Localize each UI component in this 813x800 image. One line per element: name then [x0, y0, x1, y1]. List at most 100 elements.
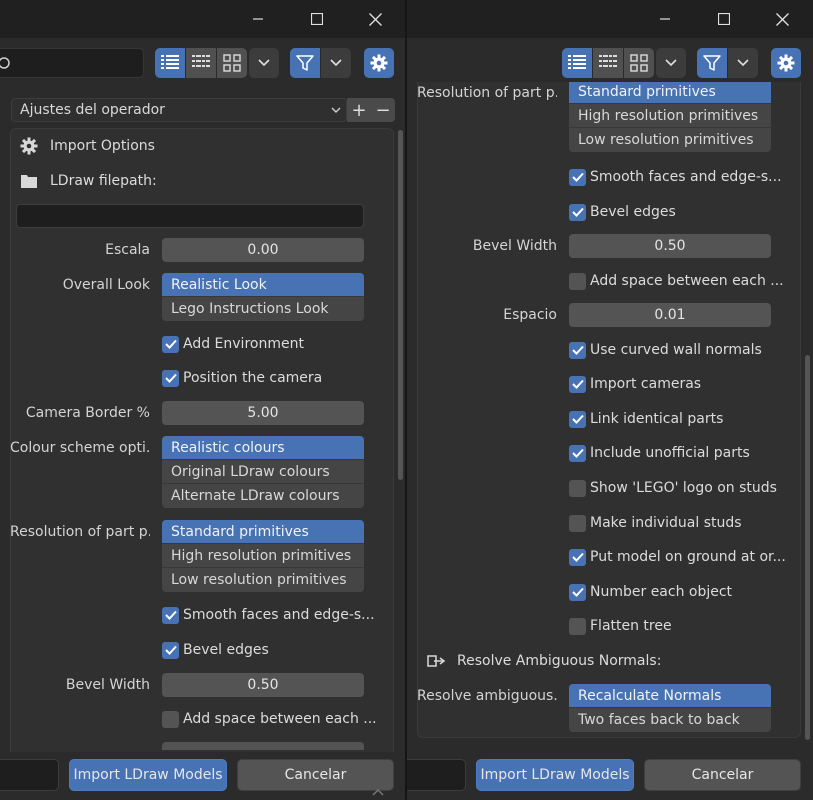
checkbox-icon: [569, 410, 586, 428]
cancel-button-label: Cancelar: [691, 767, 754, 783]
maximize-button[interactable]: [702, 2, 746, 36]
minus-icon: −: [375, 99, 391, 121]
make-individual-studs-checkbox[interactable]: Make individual studs: [569, 511, 742, 535]
minimize-button[interactable]: [236, 2, 280, 36]
import-cameras-checkbox[interactable]: Import cameras: [569, 372, 701, 396]
bevel-width-field[interactable]: 0.50: [569, 234, 771, 258]
overall-look-option-realistic[interactable]: Realistic Look: [162, 273, 364, 297]
maximize-icon: [718, 13, 730, 25]
display-settings-dropdown[interactable]: [249, 48, 279, 78]
colour-option-realistic[interactable]: Realistic colours: [162, 436, 364, 460]
resolve-normals-header: Resolve Ambiguous Normals:: [425, 649, 661, 673]
number-each-object-checkbox[interactable]: Number each object: [569, 580, 732, 604]
file-browser-window-right: Resolution of part p... Standard primiti…: [407, 0, 813, 800]
checkbox-icon: [569, 272, 586, 290]
position-camera-label: Position the camera: [183, 370, 323, 386]
checkbox-icon: [569, 583, 586, 601]
settings-toggle-button[interactable]: [771, 48, 801, 78]
resolution-option-high[interactable]: High resolution primitives: [162, 544, 364, 568]
resolve-normals-selector: Recalculate Normals Two faces back to ba…: [569, 684, 771, 732]
horizontal-list-view-button[interactable]: [593, 48, 623, 78]
put-on-ground-checkbox[interactable]: Put model on ground at or...: [569, 545, 786, 569]
resolution-option-standard[interactable]: Standard primitives: [569, 82, 771, 104]
resolution-option-low[interactable]: Low resolution primitives: [569, 128, 771, 152]
resolve-option-recalculate[interactable]: Recalculate Normals: [569, 684, 771, 708]
colour-option-original[interactable]: Original LDraw colours: [162, 460, 364, 484]
smooth-faces-checkbox[interactable]: Smooth faces and edge-s...: [162, 603, 375, 627]
show-lego-logo-checkbox[interactable]: Show 'LEGO' logo on studs: [569, 476, 777, 500]
filename-input[interactable]: [407, 759, 466, 791]
ldraw-filepath-header: LDraw filepath:: [18, 169, 157, 193]
checkbox-icon: [569, 168, 586, 186]
import-ldraw-models-button[interactable]: Import LDraw Models: [69, 759, 227, 791]
scrollbar[interactable]: [805, 355, 810, 740]
chevron-down-icon: [258, 59, 270, 67]
scrollbar[interactable]: [398, 130, 403, 480]
filter-settings-dropdown[interactable]: [321, 48, 351, 78]
grid-icon: [223, 54, 241, 72]
settings-toggle-button[interactable]: [364, 48, 394, 78]
grid-icon: [630, 54, 648, 72]
use-curved-normals-checkbox[interactable]: Use curved wall normals: [569, 338, 762, 362]
resolution-option-standard[interactable]: Standard primitives: [162, 520, 364, 544]
filter-toggle-button[interactable]: [697, 48, 727, 78]
resolution-option-low[interactable]: Low resolution primitives: [162, 568, 364, 592]
checkbox-icon: [162, 606, 179, 624]
add-environment-checkbox[interactable]: Add Environment: [162, 332, 304, 356]
make-individual-studs-label: Make individual studs: [590, 515, 742, 531]
chevron-down-icon: [665, 59, 677, 67]
minimize-icon: [660, 18, 670, 20]
list-view-icon: [568, 55, 586, 69]
resolve-ambiguous-label: Resolve ambiguous...: [417, 688, 557, 704]
espacio-field[interactable]: 0.01: [569, 303, 771, 327]
vertical-list-view-button[interactable]: [562, 48, 592, 78]
import-button-label: Import LDraw Models: [480, 767, 630, 783]
remove-preset-button[interactable]: −: [371, 98, 395, 122]
filename-input[interactable]: [0, 759, 59, 791]
search-input[interactable]: [0, 48, 144, 78]
vertical-list-view-button[interactable]: [155, 48, 185, 78]
maximize-button[interactable]: [295, 2, 339, 36]
filter-settings-dropdown[interactable]: [728, 48, 758, 78]
checkbox-icon: [569, 375, 586, 393]
add-space-checkbox[interactable]: Add space between each ...: [569, 269, 784, 293]
dialog-footer: Import LDraw Models Cancelar: [0, 752, 405, 800]
flatten-tree-checkbox[interactable]: Flatten tree: [569, 614, 672, 638]
operator-presets-dropdown[interactable]: Ajustes del operador: [11, 98, 347, 122]
horizontal-list-view-button[interactable]: [186, 48, 216, 78]
bevel-width-field[interactable]: 0.50: [162, 673, 364, 697]
colour-option-alternate[interactable]: Alternate LDraw colours: [162, 484, 364, 508]
camera-border-field[interactable]: 5.00: [162, 401, 364, 425]
include-unofficial-parts-label: Include unofficial parts: [590, 445, 750, 461]
smooth-faces-checkbox[interactable]: Smooth faces and edge-s...: [569, 165, 782, 189]
bevel-edges-checkbox[interactable]: Bevel edges: [569, 200, 676, 224]
bevel-edges-checkbox[interactable]: Bevel edges: [162, 638, 269, 662]
ldraw-filepath-input[interactable]: [16, 204, 364, 228]
filter-toggle-button[interactable]: [290, 48, 320, 78]
checkbox-icon: [162, 369, 179, 387]
title-bar: [0, 0, 405, 38]
close-button[interactable]: [353, 2, 397, 36]
position-camera-checkbox[interactable]: Position the camera: [162, 366, 322, 390]
minimize-button[interactable]: [643, 2, 687, 36]
link-identical-parts-checkbox[interactable]: Link identical parts: [569, 407, 723, 431]
horizontal-list-icon: [192, 55, 210, 67]
import-ldraw-models-button[interactable]: Import LDraw Models: [476, 759, 634, 791]
close-icon: [775, 12, 789, 26]
overall-look-option-instructions[interactable]: Lego Instructions Look: [162, 297, 364, 321]
cancel-button[interactable]: Cancelar: [644, 759, 801, 791]
escala-field[interactable]: 0.00: [162, 238, 364, 262]
number-each-object-label: Number each object: [590, 584, 733, 600]
thumbnail-view-button[interactable]: [624, 48, 654, 78]
close-button[interactable]: [760, 2, 804, 36]
resolution-option-high[interactable]: High resolution primitives: [569, 104, 771, 128]
add-space-checkbox[interactable]: Add space between each ...: [162, 707, 377, 731]
resolve-option-two-faces[interactable]: Two faces back to back: [569, 708, 771, 732]
search-icon: [0, 57, 10, 69]
resize-grip-icon[interactable]: [371, 787, 385, 797]
thumbnail-view-button[interactable]: [217, 48, 247, 78]
add-preset-button[interactable]: +: [347, 98, 371, 122]
espacio-field-partial[interactable]: [162, 742, 364, 750]
display-settings-dropdown[interactable]: [656, 48, 686, 78]
include-unofficial-parts-checkbox[interactable]: Include unofficial parts: [569, 441, 750, 465]
